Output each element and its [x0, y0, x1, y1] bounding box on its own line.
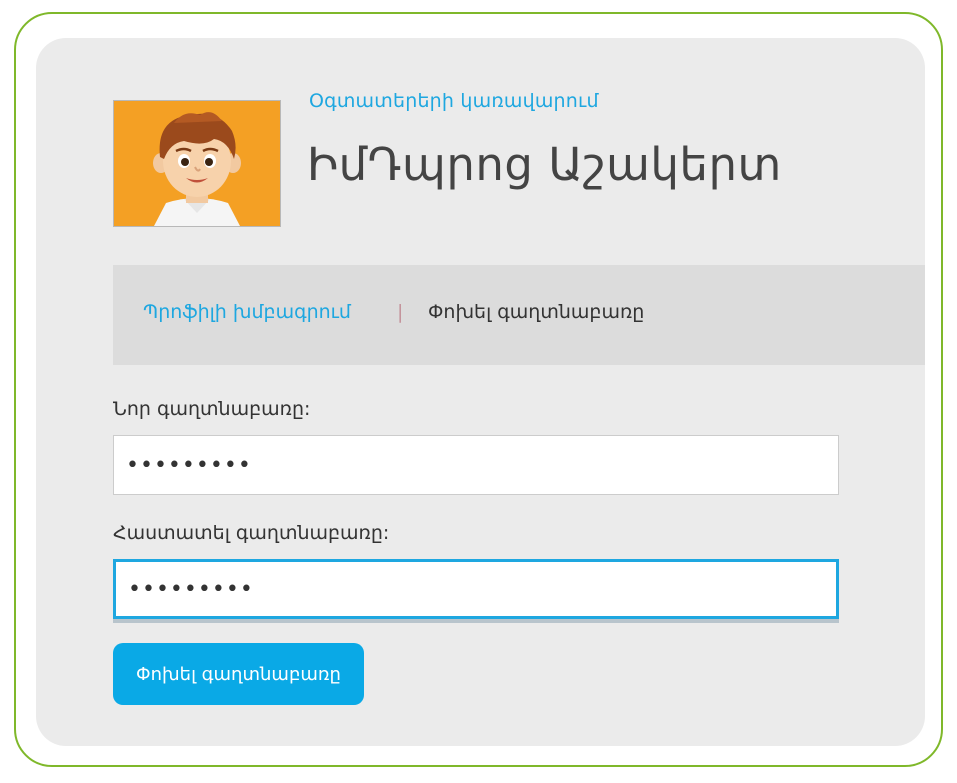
confirm-password-label: Հաստատել գաղտնաբառը: — [113, 522, 390, 544]
user-management-link[interactable]: Օգտատերերի կառավարում — [309, 90, 599, 112]
tab-separator: | — [397, 301, 404, 323]
user-settings-panel: Օգտատերերի կառավարում ԻմԴպրոց Աշակերտ Պր… — [36, 38, 925, 746]
confirm-password-field[interactable] — [113, 559, 839, 619]
change-password-button[interactable]: Փոխել գաղտնաբառը — [113, 643, 364, 705]
tab-edit-profile[interactable]: Պրոֆիլի խմբագրում — [143, 301, 351, 323]
new-password-field[interactable] — [113, 435, 839, 495]
tab-bar: Պրոֆիլի խմբագրում | Փոխել գաղտնաբառը — [113, 265, 925, 365]
new-password-label: Նոր գաղտնաբառը: — [113, 398, 311, 420]
page-title: ԻմԴպրոց Աշակերտ — [307, 138, 782, 191]
student-avatar-icon — [113, 100, 281, 227]
tab-change-password[interactable]: Փոխել գաղտնաբառը — [428, 301, 644, 323]
